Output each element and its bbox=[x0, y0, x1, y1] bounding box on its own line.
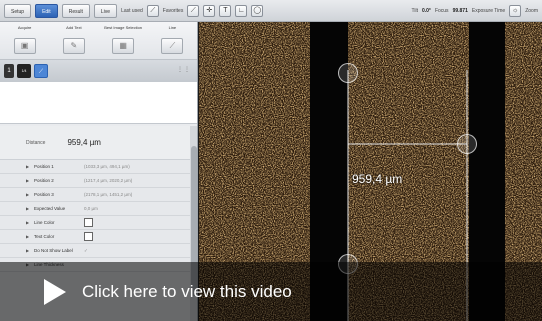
property-row[interactable]: ▶ Line Color bbox=[0, 216, 190, 230]
exposure-label: Exposure Time bbox=[471, 7, 506, 14]
camera-icon[interactable]: ▣ bbox=[13, 38, 36, 54]
property-row[interactable]: ▶ Expected Value 0,0 µm bbox=[0, 202, 190, 216]
property-name: Text Color bbox=[34, 234, 55, 239]
distance-row: Distance 959,4 µm bbox=[0, 126, 190, 160]
property-name: Position 2 bbox=[34, 178, 54, 183]
exposure-slider-icon[interactable]: ☼ bbox=[509, 4, 522, 17]
play-icon[interactable] bbox=[44, 278, 66, 305]
text-icon[interactable]: T bbox=[219, 4, 232, 17]
favorites-label: Favorites bbox=[162, 7, 184, 14]
mode-best-image[interactable]: Best Image Selection ▦ bbox=[101, 25, 145, 59]
drag-handle-icon[interactable]: ⋮⋮ bbox=[177, 66, 191, 73]
expand-icon[interactable]: ▶ bbox=[26, 178, 29, 183]
measure-handle[interactable] bbox=[457, 134, 477, 154]
mode-label: Best Image Selection bbox=[104, 25, 143, 30]
measurement-overlay-label: 959,4 µm bbox=[352, 172, 403, 186]
mode-line[interactable]: Line ⟋ bbox=[150, 25, 194, 59]
layer-count: 1 bbox=[4, 64, 14, 78]
property-value: (1033,3 µm, 494,1 µm) bbox=[84, 164, 130, 169]
tools-strip: 1 1/4 ⟋ bbox=[0, 60, 197, 82]
mode-row: Acquire ▣ Add Text ✎ Best Image Selectio… bbox=[0, 22, 197, 60]
expand-icon[interactable]: ▶ bbox=[26, 192, 29, 197]
zoom-label: Zoom bbox=[525, 7, 538, 14]
expand-icon[interactable]: ▶ bbox=[26, 220, 29, 225]
mode-label: Acquire bbox=[17, 25, 32, 30]
setup-tab[interactable]: Setup bbox=[4, 3, 32, 18]
pencil-icon[interactable]: ✎ bbox=[62, 38, 85, 54]
live-button[interactable]: Live bbox=[93, 3, 118, 18]
property-name: Line Color bbox=[34, 220, 55, 225]
video-overlay[interactable]: Click here to view this video bbox=[0, 262, 542, 321]
property-row[interactable]: ▶ Position 1 (1033,3 µm, 494,1 µm) bbox=[0, 160, 190, 174]
last-used-label: Last used bbox=[121, 7, 143, 14]
property-name: Do Not Show Label bbox=[34, 248, 73, 253]
mode-acquire[interactable]: Acquire ▣ bbox=[3, 25, 47, 59]
ruler-icon[interactable]: ⟋ bbox=[146, 4, 159, 17]
property-row[interactable]: ▶ Do Not Show Label ✓ bbox=[0, 244, 190, 258]
mode-label: Add Text bbox=[66, 25, 82, 30]
property-value: (1217,4 µm, 2020,2 µm) bbox=[84, 178, 133, 183]
measure-layer-icon[interactable]: ⟋ bbox=[34, 64, 48, 78]
crosshair-icon[interactable]: ✛ bbox=[203, 4, 216, 17]
mode-label: Line bbox=[168, 25, 177, 30]
property-name: Expected Value bbox=[34, 206, 66, 211]
tools-area: 1 1/4 ⟋ ⋮⋮ bbox=[0, 60, 197, 124]
property-row[interactable]: ▶ Text Color bbox=[0, 230, 190, 244]
status-readouts: Tilt 0.0° Focus 99.871 Exposure Time ☼ Z… bbox=[411, 4, 538, 17]
grid-icon[interactable]: ▦ bbox=[112, 38, 135, 54]
camera-layer-icon[interactable]: 1/4 bbox=[17, 64, 31, 78]
distance-label: Distance bbox=[26, 139, 46, 146]
property-value: (2178,1 µm, 1451,2 µm) bbox=[84, 192, 133, 197]
edit-tab[interactable]: Edit bbox=[35, 3, 58, 18]
focus-label: Focus bbox=[434, 7, 449, 14]
tilt-label: Tilt bbox=[411, 7, 418, 14]
video-cta[interactable]: Click here to view this video bbox=[82, 282, 292, 302]
focus-value: 99.871 bbox=[452, 7, 468, 14]
expand-icon[interactable]: ▶ bbox=[26, 234, 29, 239]
tilt-value: 0.0° bbox=[421, 7, 431, 14]
property-name: Position 3 bbox=[34, 192, 54, 197]
line-color-swatch[interactable] bbox=[84, 218, 93, 227]
layer-badge: 1/4 bbox=[21, 69, 27, 73]
text-color-swatch[interactable] bbox=[84, 232, 93, 241]
line-icon[interactable]: ⟋ bbox=[161, 38, 184, 54]
property-row[interactable]: ▶ Position 3 (2178,1 µm, 1451,2 µm) bbox=[0, 188, 190, 202]
expand-icon[interactable]: ▶ bbox=[26, 206, 29, 211]
mode-add-text[interactable]: Add Text ✎ bbox=[52, 25, 96, 59]
result-tab[interactable]: Result bbox=[61, 3, 90, 18]
property-row[interactable]: ▶ Position 2 (1217,4 µm, 2020,2 µm) bbox=[0, 174, 190, 188]
measure-handle[interactable] bbox=[338, 63, 358, 83]
distance-value: 959,4 µm bbox=[67, 138, 101, 147]
circle-icon[interactable]: ◯ bbox=[251, 4, 264, 17]
property-value: 0,0 µm bbox=[84, 206, 98, 211]
top-toolbar: Setup Edit Result Live Last used ⟋ Favor… bbox=[0, 0, 542, 22]
checkmark-icon[interactable]: ✓ bbox=[84, 248, 88, 254]
property-name: Position 1 bbox=[34, 164, 54, 169]
angle-icon[interactable]: ∟ bbox=[235, 4, 248, 17]
diagonal-line-icon[interactable]: ⟋ bbox=[187, 4, 200, 17]
expand-icon[interactable]: ▶ bbox=[26, 164, 29, 169]
expand-icon[interactable]: ▶ bbox=[26, 248, 29, 253]
